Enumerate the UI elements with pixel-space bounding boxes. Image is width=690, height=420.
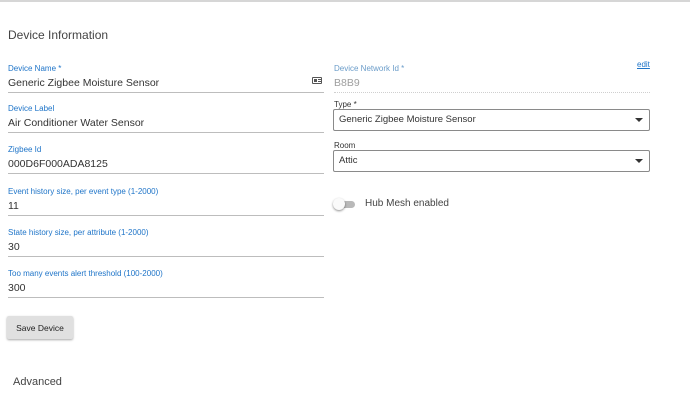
type-label: Type * <box>334 100 357 109</box>
caret-down-icon <box>635 159 643 163</box>
caret-down-icon <box>635 118 643 122</box>
network-id-edit-link[interactable]: edit <box>637 60 650 69</box>
save-device-button[interactable]: Save Device <box>7 316 73 339</box>
state-history-input[interactable]: 30 <box>8 238 324 257</box>
room-select[interactable]: Attic <box>333 150 650 172</box>
device-label-field[interactable]: Device Label Air Conditioner Water Senso… <box>8 104 324 133</box>
too-many-events-input[interactable]: 300 <box>8 279 324 298</box>
room-label: Room <box>334 141 356 150</box>
room-selected-value: Attic <box>339 155 358 166</box>
toggle-thumb <box>333 198 345 210</box>
zigbee-id-input[interactable]: 000D6F000ADA8125 <box>8 155 324 174</box>
type-selected-value: Generic Zigbee Moisture Sensor <box>339 114 476 125</box>
device-label-label: Device Label <box>8 104 55 113</box>
device-name-field[interactable]: Device Name * Generic Zigbee Moisture Se… <box>8 64 324 93</box>
state-history-field[interactable]: State history size, per attribute (1-200… <box>8 228 324 257</box>
device-name-label: Device Name * <box>8 64 62 73</box>
event-history-input[interactable]: 11 <box>8 197 324 216</box>
device-name-input[interactable]: Generic Zigbee Moisture Sensor <box>8 74 324 93</box>
network-id-field: Device Network Id * B8B9 <box>334 64 650 93</box>
device-edit-page: Device Information Device Name * Generic… <box>0 0 690 420</box>
network-id-input: B8B9 <box>334 74 650 93</box>
hub-mesh-toggle[interactable] <box>333 198 357 210</box>
event-history-label: Event history size, per event type (1-20… <box>8 187 159 196</box>
too-many-events-field[interactable]: Too many events alert threshold (100-200… <box>8 269 324 298</box>
section-title: Device Information <box>8 28 109 42</box>
type-select[interactable]: Generic Zigbee Moisture Sensor <box>333 109 650 131</box>
zigbee-id-field[interactable]: Zigbee Id 000D6F000ADA8125 <box>8 145 324 174</box>
event-history-field[interactable]: Event history size, per event type (1-20… <box>8 187 324 216</box>
too-many-events-label: Too many events alert threshold (100-200… <box>8 269 163 278</box>
id-card-icon[interactable] <box>312 77 322 84</box>
network-id-label: Device Network Id * <box>334 64 405 73</box>
state-history-label: State history size, per attribute (1-200… <box>8 228 149 237</box>
device-label-input[interactable]: Air Conditioner Water Sensor <box>8 114 324 133</box>
hub-mesh-label: Hub Mesh enabled <box>365 198 449 209</box>
advanced-section-title[interactable]: Advanced <box>13 376 62 388</box>
zigbee-id-label: Zigbee Id <box>8 145 42 154</box>
